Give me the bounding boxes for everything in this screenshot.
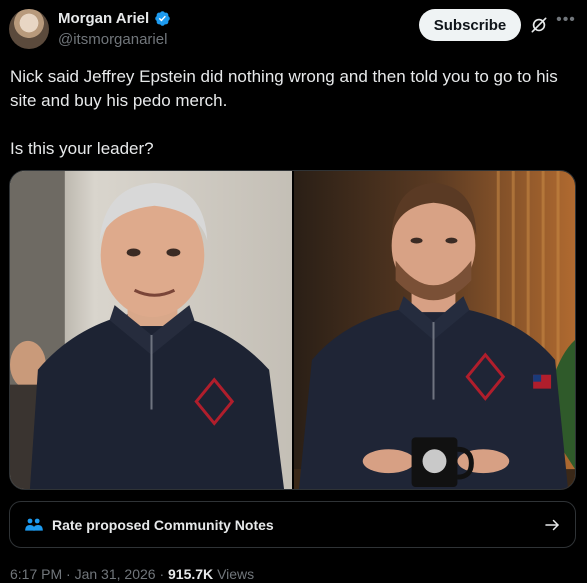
views-count: 915.7K [168, 566, 214, 582]
tweet-meta: 6:17 PM · Jan 31, 2026 · 915.7K Views [10, 566, 254, 582]
people-icon [25, 518, 43, 531]
community-notes-button[interactable]: Rate proposed Community Notes [9, 501, 576, 548]
tweet-text-line1: Nick said Jeffrey Epstein did nothing wr… [10, 67, 558, 110]
tweet-date[interactable]: Jan 31, 2026 [75, 566, 156, 582]
avatar[interactable] [9, 9, 49, 49]
community-notes-label: Rate proposed Community Notes [52, 516, 274, 533]
verified-badge-icon [155, 11, 170, 26]
tweet-time[interactable]: 6:17 PM [10, 566, 62, 582]
author-name[interactable]: Morgan Ariel [58, 10, 149, 27]
arrow-right-icon [545, 519, 559, 530]
views-label: Views [217, 566, 255, 582]
photo-right[interactable] [294, 171, 575, 489]
grok-icon[interactable] [529, 15, 549, 35]
tweet-text-line2: Is this your leader? [10, 139, 154, 158]
media-grid [9, 170, 576, 490]
tweet-text: Nick said Jeffrey Epstein did nothing wr… [10, 65, 578, 161]
photo-left[interactable] [10, 171, 292, 489]
more-icon[interactable]: ••• [555, 12, 577, 35]
subscribe-button[interactable]: Subscribe [419, 9, 521, 41]
meta-separator: · [155, 566, 169, 582]
tweet: Morgan Ariel @itsmorganariel Subscribe •… [0, 0, 587, 583]
meta-separator: · [62, 566, 75, 582]
author-handle[interactable]: @itsmorganariel [58, 31, 167, 48]
author-name-row: Morgan Ariel [58, 10, 171, 27]
